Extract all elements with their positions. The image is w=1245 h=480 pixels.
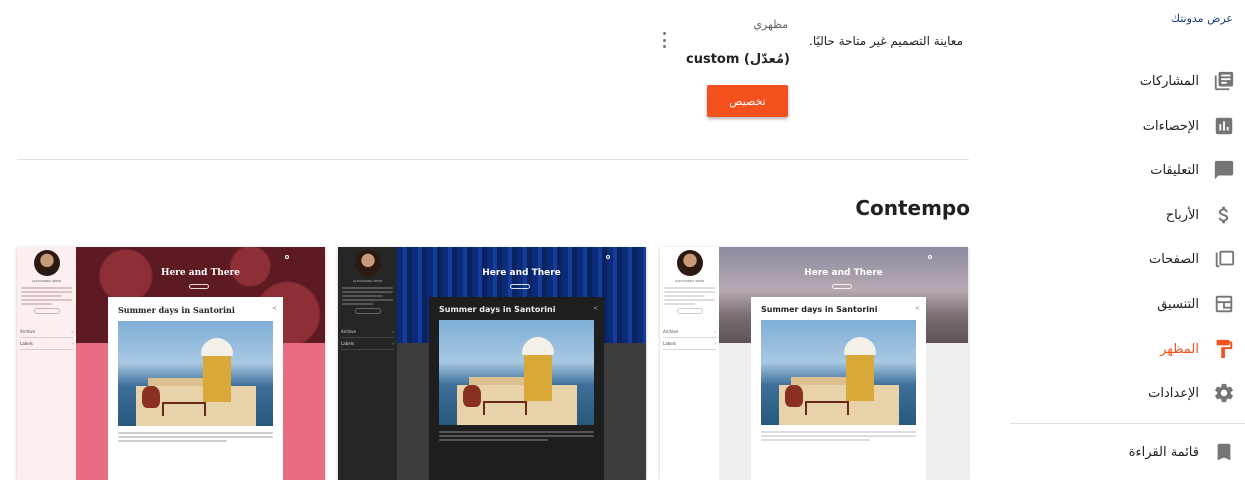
sidebar: عرض مدونتك المشاركات الإحصاءات التعليقات… [1000, 0, 1245, 480]
sidebar-item-label: الصفحات [1148, 251, 1199, 267]
share-icon: < [271, 305, 277, 312]
sidebar-item-theme[interactable]: المظهر [1010, 329, 1235, 369]
sidebar-item-label: المظهر [1160, 341, 1199, 357]
avatar [676, 250, 703, 276]
stats-icon [1213, 115, 1235, 137]
sidebar-item-posts[interactable]: المشاركات [1010, 61, 1235, 101]
current-theme-name: custom (مُعدّل) [686, 52, 790, 67]
theme-preview-menu-item: Labels [663, 341, 676, 346]
bookmark-icon [1213, 441, 1235, 463]
sidebar-item-earnings[interactable]: الأرباح [1010, 195, 1235, 235]
theme-preview-post-title: Summer days in Santorini [118, 305, 235, 315]
sidebar-divider [1010, 423, 1245, 424]
sidebar-item-stats[interactable]: الإحصاءات [1010, 106, 1235, 146]
sidebar-item-pages[interactable]: الصفحات [1010, 239, 1235, 279]
layout-icon [1213, 293, 1235, 315]
posts-icon [1213, 70, 1235, 92]
customize-button[interactable]: تخصيص [707, 85, 788, 117]
theme-family-title: Contempo [855, 196, 970, 220]
theme-preview-image [118, 321, 273, 426]
theme-preview-blog-title: Here and There [482, 268, 561, 278]
dollar-icon [1213, 204, 1235, 226]
sidebar-item-comments[interactable]: التعليقات [1010, 150, 1235, 190]
theme-preview-author: ALEXANDRA SENN [675, 279, 704, 283]
theme-preview-blog-title: Here and There [804, 268, 883, 278]
sidebar-item-label: المشاركات [1139, 73, 1199, 89]
theme-preview-sidebar: ALEXANDRA SENN Archive › Labels › [338, 247, 397, 480]
theme-card-pink[interactable]: ALEXANDRA SENN Archive › Labels › Here and… [17, 247, 325, 480]
theme-preview-pill [510, 284, 530, 289]
sidebar-item-label: قائمة القراءة [1128, 444, 1199, 460]
view-blog-link[interactable]: عرض مدونتك [1171, 12, 1233, 25]
theme-preview-pill [189, 284, 209, 289]
comments-icon [1213, 159, 1235, 181]
theme-preview-menu-item: Archive [341, 329, 356, 334]
current-theme-panel: مظهري custom (مُعدّل) تخصيص [600, 18, 800, 128]
theme-preview-post: Summer days in Santorini < [751, 297, 926, 480]
sidebar-item-label: الإحصاءات [1142, 118, 1199, 134]
theme-preview-menu-item: Archive [20, 329, 35, 334]
theme-preview-author: ALEXANDRA SENN [353, 279, 382, 283]
theme-preview-sidebar: ALEXANDRA SENN Archive › Labels › [17, 247, 76, 480]
avatar [33, 250, 60, 276]
theme-preview-menu-item: Labels [341, 341, 354, 346]
theme-preview-post-title: Summer days in Santorini [439, 305, 556, 314]
theme-preview-menu-item: Archive [663, 329, 678, 334]
theme-preview-menu-item: Labels [20, 341, 33, 346]
sidebar-item-label: الإعدادات [1148, 385, 1199, 401]
search-icon [285, 255, 289, 259]
sidebar-item-label: التعليقات [1150, 162, 1199, 178]
gear-icon [1213, 382, 1235, 404]
share-icon: < [914, 305, 920, 312]
more-options-icon[interactable] [658, 31, 670, 49]
theme-preview-post: Summer days in Santorini < [429, 297, 604, 480]
avatar [354, 250, 381, 276]
sidebar-item-layout[interactable]: التنسيق [1010, 284, 1235, 324]
pages-icon [1213, 248, 1235, 270]
theme-preview-post: Summer days in Santorini < [108, 297, 283, 480]
theme-card-dark[interactable]: ALEXANDRA SENN Archive › Labels › Here and… [338, 247, 646, 480]
preview-unavailable-text: معاينة التصميم غير متاحة حاليًا. [809, 34, 963, 48]
theme-preview-image [439, 320, 594, 425]
search-icon [606, 255, 610, 259]
theme-preview-sidebar: ALEXANDRA SENN Archive › Labels › [660, 247, 719, 480]
share-icon: < [592, 305, 598, 312]
search-icon [928, 255, 932, 259]
theme-preview-author: ALEXANDRA SENN [32, 279, 61, 283]
current-theme-label: مظهري [753, 18, 788, 31]
sidebar-item-reading-list[interactable]: قائمة القراءة [1010, 432, 1235, 472]
theme-card-light[interactable]: ALEXANDRA SENN Archive › Labels › Here and… [660, 247, 968, 480]
sidebar-item-label: الأرباح [1165, 207, 1199, 223]
theme-preview-blog-title: Here and There [160, 268, 241, 278]
theme-preview-post-title: Summer days in Santorini [761, 305, 878, 314]
theme-preview-pill [832, 284, 852, 289]
theme-preview-image [761, 320, 916, 425]
sidebar-item-label: التنسيق [1157, 296, 1199, 312]
section-divider [17, 159, 969, 160]
sidebar-item-settings[interactable]: الإعدادات [1010, 373, 1235, 413]
paint-roller-icon [1213, 338, 1235, 360]
